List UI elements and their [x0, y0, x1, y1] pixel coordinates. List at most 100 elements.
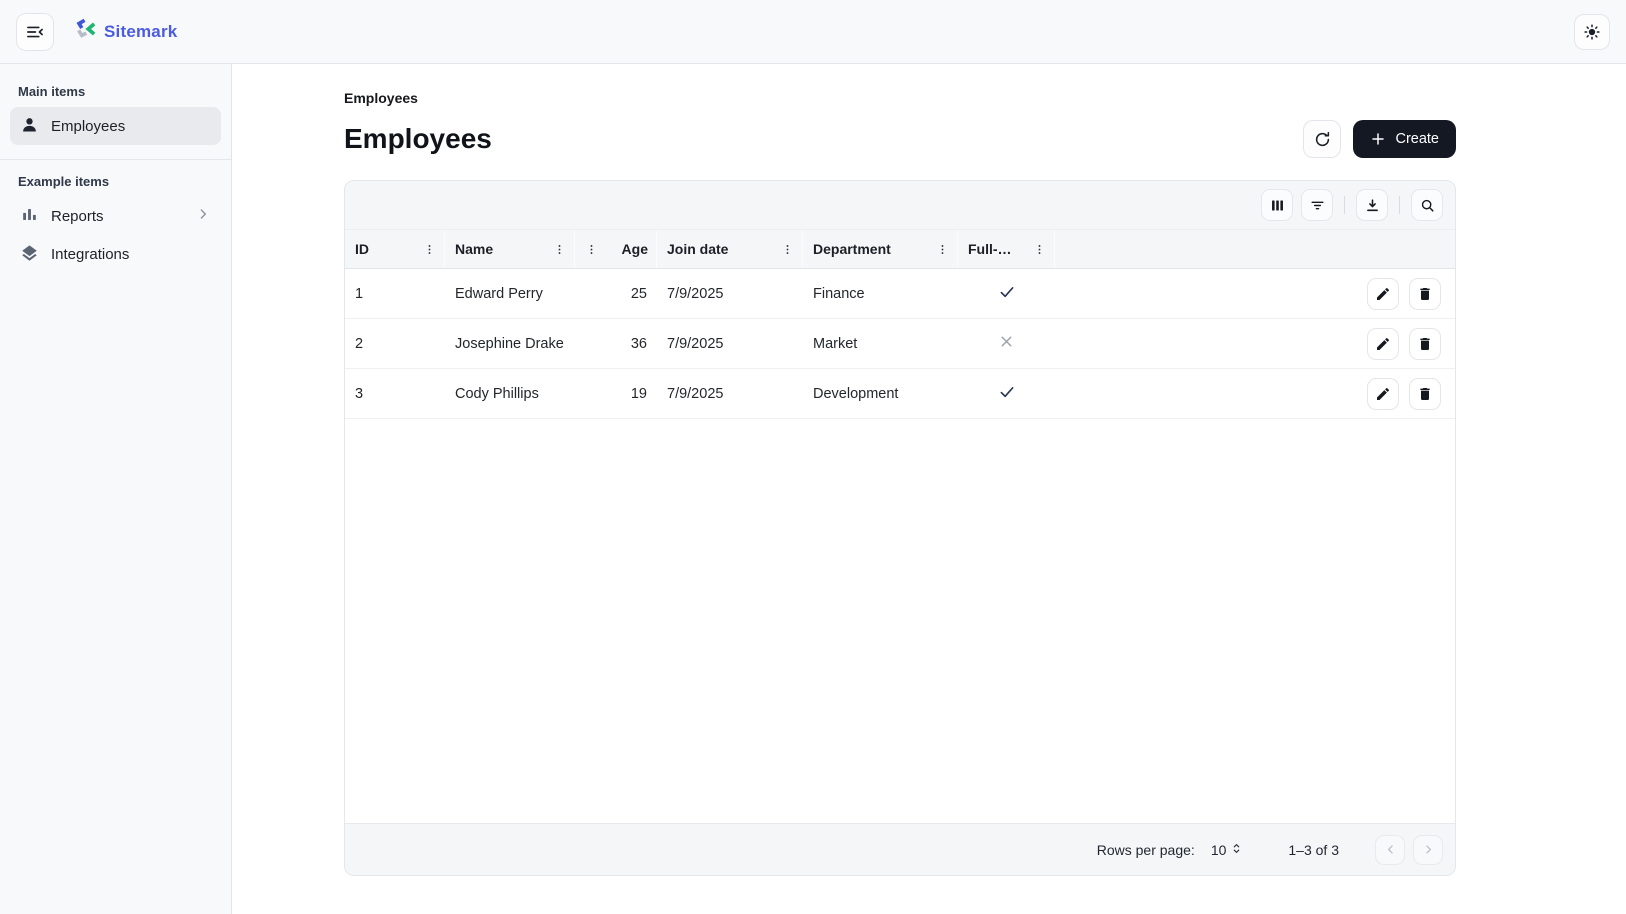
theme-toggle-button[interactable]	[1574, 14, 1610, 50]
toolbar-divider	[1399, 196, 1400, 214]
cell-name: Josephine Drake	[445, 319, 575, 368]
view-columns-icon	[1262, 197, 1292, 214]
search-icon	[1412, 197, 1442, 214]
sidebar-item-employees[interactable]: Employees	[10, 107, 221, 145]
cell-department: Market	[803, 319, 958, 368]
sitemark-logo-icon	[74, 18, 96, 45]
column-menu-icon[interactable]	[423, 243, 436, 256]
column-header-name[interactable]: Name	[445, 230, 575, 268]
chevron-left-icon	[1376, 842, 1404, 857]
rows-per-page-label: Rows per page:	[1097, 842, 1195, 858]
column-header-join-date[interactable]: Join date	[657, 230, 803, 268]
trash-icon	[1410, 286, 1440, 302]
cell-name: Edward Perry	[445, 269, 575, 318]
edit-icon	[1368, 286, 1398, 302]
brand-name: Sitemark	[104, 22, 177, 42]
sidebar-section-example-items: Example items	[18, 174, 231, 189]
column-menu-icon[interactable]	[553, 243, 566, 256]
chevron-right-icon	[195, 206, 211, 226]
sidebar-section-main-items: Main items	[18, 84, 231, 99]
pagination-range: 1–3 of 3	[1288, 842, 1339, 858]
sidebar-divider	[0, 159, 231, 160]
cell-id: 1	[345, 269, 445, 318]
close-icon	[998, 333, 1015, 354]
cell-full-time	[958, 369, 1055, 418]
column-header-actions	[1055, 230, 1455, 268]
column-header-id[interactable]: ID	[345, 230, 445, 268]
top-app-bar: Sitemark	[0, 0, 1626, 64]
table-empty-area	[345, 419, 1455, 823]
chevron-right-icon	[1414, 842, 1442, 857]
delete-row-button[interactable]	[1409, 378, 1441, 410]
cell-department: Finance	[803, 269, 958, 318]
column-menu-icon[interactable]	[1033, 243, 1046, 256]
sidebar-toggle-button[interactable]	[16, 13, 54, 51]
delete-row-button[interactable]	[1409, 278, 1441, 310]
cell-full-time	[958, 269, 1055, 318]
person-icon	[20, 115, 39, 138]
rows-per-page-select[interactable]: 10	[1211, 841, 1245, 859]
toolbar-divider	[1344, 196, 1345, 214]
cell-id: 2	[345, 319, 445, 368]
trash-icon	[1410, 336, 1440, 352]
column-header-age[interactable]: Age	[575, 230, 657, 268]
edit-row-button[interactable]	[1367, 278, 1399, 310]
column-header-full-time[interactable]: Full-…	[958, 230, 1055, 268]
column-header-department[interactable]: Department	[803, 230, 958, 268]
table-row[interactable]: 3 Cody Phillips 19 7/9/2025 Development	[345, 369, 1455, 419]
brand-logo: Sitemark	[74, 18, 177, 45]
columns-button[interactable]	[1261, 189, 1293, 221]
table-header-row: ID Name Age	[345, 229, 1455, 269]
cell-full-time	[958, 319, 1055, 368]
table-row[interactable]: 2 Josephine Drake 36 7/9/2025 Market	[345, 319, 1455, 369]
cell-age: 36	[575, 319, 657, 368]
bar-chart-icon	[20, 205, 39, 228]
sidebar-item-label: Employees	[51, 118, 125, 135]
edit-row-button[interactable]	[1367, 328, 1399, 360]
page-title: Employees	[344, 123, 492, 155]
search-button[interactable]	[1411, 189, 1443, 221]
download-icon	[1357, 197, 1387, 214]
refresh-button[interactable]	[1303, 120, 1341, 158]
next-page-button[interactable]	[1413, 835, 1443, 865]
plus-icon	[1370, 131, 1386, 147]
main-content: Employees Employees	[232, 64, 1626, 914]
unfold-more-icon	[1229, 841, 1244, 859]
edit-icon	[1368, 386, 1398, 402]
check-icon	[998, 383, 1016, 405]
trash-icon	[1410, 386, 1440, 402]
table-pagination: Rows per page: 10 1–3 of 3	[345, 823, 1455, 875]
previous-page-button[interactable]	[1375, 835, 1405, 865]
filter-button[interactable]	[1301, 189, 1333, 221]
cell-department: Development	[803, 369, 958, 418]
table-row[interactable]: 1 Edward Perry 25 7/9/2025 Finance	[345, 269, 1455, 319]
export-button[interactable]	[1356, 189, 1388, 221]
column-menu-icon[interactable]	[936, 243, 949, 256]
edit-icon	[1368, 336, 1398, 352]
cell-join-date: 7/9/2025	[657, 319, 803, 368]
layers-icon	[20, 243, 39, 266]
data-grid-toolbar	[345, 181, 1455, 229]
cell-join-date: 7/9/2025	[657, 269, 803, 318]
edit-row-button[interactable]	[1367, 378, 1399, 410]
create-button[interactable]: Create	[1353, 120, 1456, 158]
sidebar-item-label: Integrations	[51, 246, 129, 263]
check-icon	[998, 283, 1016, 305]
sidebar-item-integrations[interactable]: Integrations	[10, 235, 221, 273]
create-button-label: Create	[1395, 131, 1439, 147]
cell-age: 25	[575, 269, 657, 318]
refresh-icon	[1313, 130, 1332, 149]
column-menu-icon[interactable]	[585, 243, 598, 256]
filter-icon	[1302, 197, 1332, 214]
column-menu-icon[interactable]	[781, 243, 794, 256]
sidebar-item-reports[interactable]: Reports	[10, 197, 221, 235]
data-grid: ID Name Age	[344, 180, 1456, 876]
sun-icon	[1583, 23, 1601, 41]
sidebar-item-label: Reports	[51, 208, 104, 225]
cell-age: 19	[575, 369, 657, 418]
delete-row-button[interactable]	[1409, 328, 1441, 360]
sidebar: Main items Employees Example items Repor…	[0, 64, 232, 914]
breadcrumb: Employees	[344, 90, 1456, 106]
cell-name: Cody Phillips	[445, 369, 575, 418]
menu-open-icon	[25, 22, 45, 42]
